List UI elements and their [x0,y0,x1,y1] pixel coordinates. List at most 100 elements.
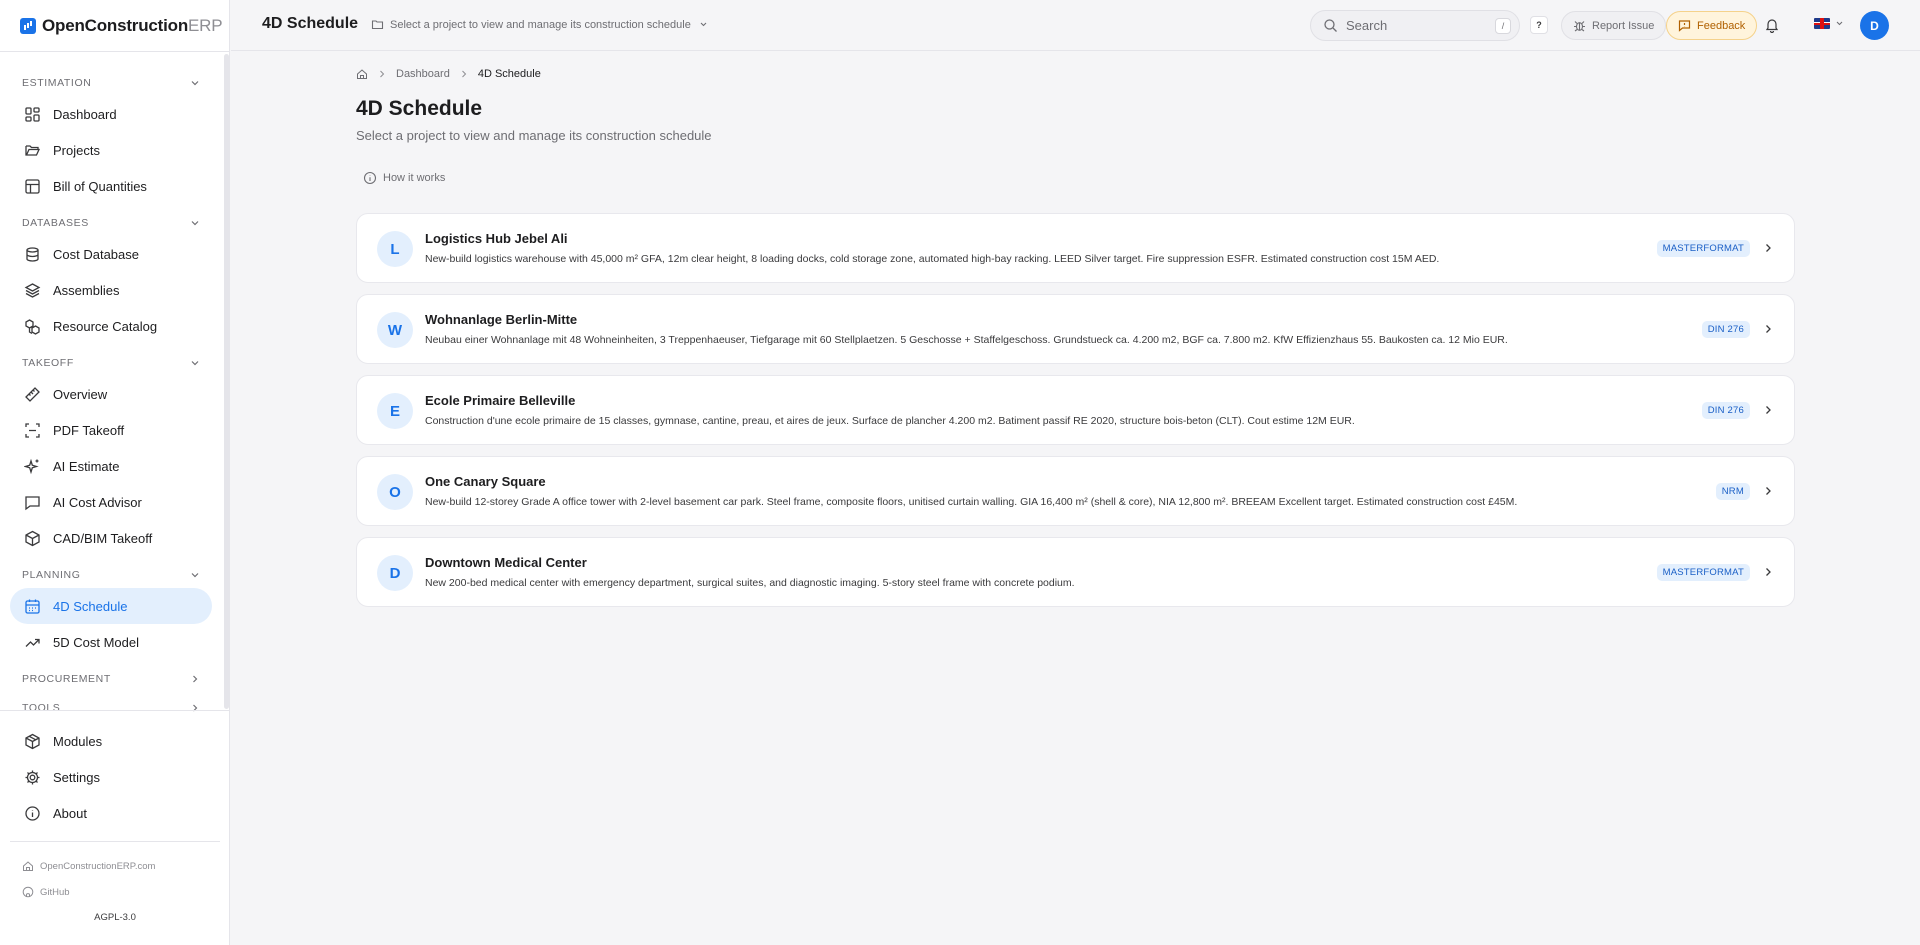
sidebar-item-resource-catalog[interactable]: Resource Catalog [10,308,212,344]
sidebar-item-pdf-takeoff[interactable]: PDF Takeoff [10,412,212,448]
sidebar-item-cost-database[interactable]: Cost Database [10,236,212,272]
bell-icon[interactable] [1764,17,1780,33]
github-icon [22,886,34,898]
folder-open-icon [25,144,41,156]
uk-flag-icon [1814,18,1830,29]
sidebar: OpenConstructionERP ESTIMATION Dashboard… [0,0,230,945]
sidebar-header-divider [0,51,230,52]
calendar-icon [25,599,40,614]
breadcrumb-dashboard[interactable]: Dashboard [396,68,450,80]
chevron-right-icon [461,70,467,78]
language-selector[interactable] [1814,18,1844,29]
project-name: Logistics Hub Jebel Ali [425,231,568,246]
feedback-button[interactable]: Feedback [1666,11,1758,40]
section-procurement[interactable]: PROCUREMENT [10,666,212,692]
ruler-icon [25,386,40,402]
project-standard-badge: MASTERFORMAT [1656,240,1750,257]
sidebar-bottom-nav: Modules Settings About [10,723,212,831]
section-label: PLANNING [22,569,81,581]
sidebar-item-label: Dashboard [53,106,117,122]
logo-suffix: ERP [188,16,223,35]
top-header: 4D Schedule Select a project to view and… [231,0,1920,51]
chevron-right-icon [1766,487,1771,495]
sidebar-item-dashboard[interactable]: Dashboard [10,96,212,132]
project-card[interactable]: O One Canary Square New-build 12-storey … [356,456,1795,526]
dashboard-icon [25,106,40,122]
sidebar-item-label: Projects [53,142,100,158]
sidebar-item-assemblies[interactable]: Assemblies [10,272,212,308]
sidebar-item-label: CAD/BIM Takeoff [53,530,153,546]
project-card[interactable]: D Downtown Medical Center New 200-bed me… [356,537,1795,607]
sidebar-item-modules[interactable]: Modules [10,723,212,759]
sidebar-scrollbar[interactable] [224,54,229,709]
boxes-icon [25,318,40,335]
logo-icon [20,18,36,34]
project-card[interactable]: L Logistics Hub Jebel Ali New-build logi… [356,213,1795,283]
scan-icon [25,422,40,438]
project-initial: O [377,474,413,510]
home-icon [23,861,33,871]
page-subtitle: Select a project to view and manage its … [356,128,712,143]
sidebar-item-about[interactable]: About [10,795,212,831]
section-label: DATABASES [22,217,89,229]
home-icon[interactable] [356,68,368,80]
project-selector-label: Select a project to view and manage its … [390,18,691,31]
search-icon [1324,19,1337,32]
sidebar-item-4d-schedule[interactable]: 4D Schedule [10,588,212,624]
section-tools[interactable]: TOOLS [10,695,212,721]
sidebar-item-bill-of-quantities[interactable]: Bill of Quantities [10,168,212,204]
user-avatar[interactable]: D [1860,11,1889,40]
project-name: Ecole Primaire Belleville [425,393,576,408]
chevron-right-icon [1766,244,1771,252]
sidebar-divider [0,710,230,711]
section-databases[interactable]: DATABASES [10,210,212,236]
sidebar-item-label: Bill of Quantities [53,178,147,194]
sidebar-item-overview[interactable]: Overview [10,376,212,412]
section-label: PROCUREMENT [22,673,111,685]
sidebar-item-label: Modules [53,733,103,749]
app-logo[interactable]: OpenConstructionERP [20,16,223,36]
sidebar-item-label: Settings [53,769,100,785]
feedback-label: Feedback [1697,19,1746,32]
project-selector[interactable]: Select a project to view and manage its … [371,18,710,31]
project-description: New-build logistics warehouse with 45,00… [425,253,1440,265]
project-standard-badge: DIN 276 [1701,321,1750,338]
search-box[interactable]: Search / [1310,10,1520,41]
sidebar-item-cad-bim-takeoff[interactable]: CAD/BIM Takeoff [10,520,212,556]
project-name: Wohnanlage Berlin-Mitte [425,312,578,327]
sidebar-item-settings[interactable]: Settings [10,759,212,795]
website-link[interactable]: OpenConstructionERP.com [22,860,155,872]
chevron-right-icon [1766,325,1771,333]
sidebar-item-5d-cost-model[interactable]: 5D Cost Model [10,624,212,660]
project-card[interactable]: W Wohnanlage Berlin-Mitte Neubau einer W… [356,294,1795,364]
section-estimation[interactable]: ESTIMATION [10,70,212,96]
sparkles-icon [24,458,39,474]
sidebar-item-label: 5D Cost Model [53,634,139,650]
website-link-label: OpenConstructionERP.com [40,860,156,872]
sidebar-nav: ESTIMATION Dashboard Projects Bill of Qu… [10,70,212,721]
package-icon [25,733,40,749]
report-issue-button[interactable]: Report Issue [1561,11,1667,40]
report-issue-label: Report Issue [1592,19,1655,32]
sidebar-item-label: AI Cost Advisor [53,494,142,510]
sidebar-item-ai-estimate[interactable]: AI Estimate [10,448,212,484]
project-standard-badge: NRM [1715,483,1750,500]
sidebar-item-label: Resource Catalog [53,318,158,334]
section-planning[interactable]: PLANNING [10,562,212,588]
table-icon [25,178,40,194]
sidebar-item-label: Cost Database [53,246,139,262]
help-button[interactable]: ? [1530,16,1548,34]
sidebar-item-ai-cost-advisor[interactable]: AI Cost Advisor [10,484,212,520]
project-standard-badge: MASTERFORMAT [1656,564,1750,581]
how-it-works-button[interactable]: How it works [363,171,445,185]
project-card[interactable]: E Ecole Primaire Belleville Construction… [356,375,1795,445]
project-description: New 200-bed medical center with emergenc… [425,577,1075,589]
project-initial: E [377,393,413,429]
sidebar-item-projects[interactable]: Projects [10,132,212,168]
chevron-right-icon [193,704,198,712]
project-description: New-build 12-storey Grade A office tower… [425,496,1518,508]
section-takeoff[interactable]: TAKEOFF [10,350,212,376]
github-link[interactable]: GitHub [22,886,70,898]
sidebar-item-label: Overview [53,386,108,402]
chevron-down-icon [191,361,199,366]
